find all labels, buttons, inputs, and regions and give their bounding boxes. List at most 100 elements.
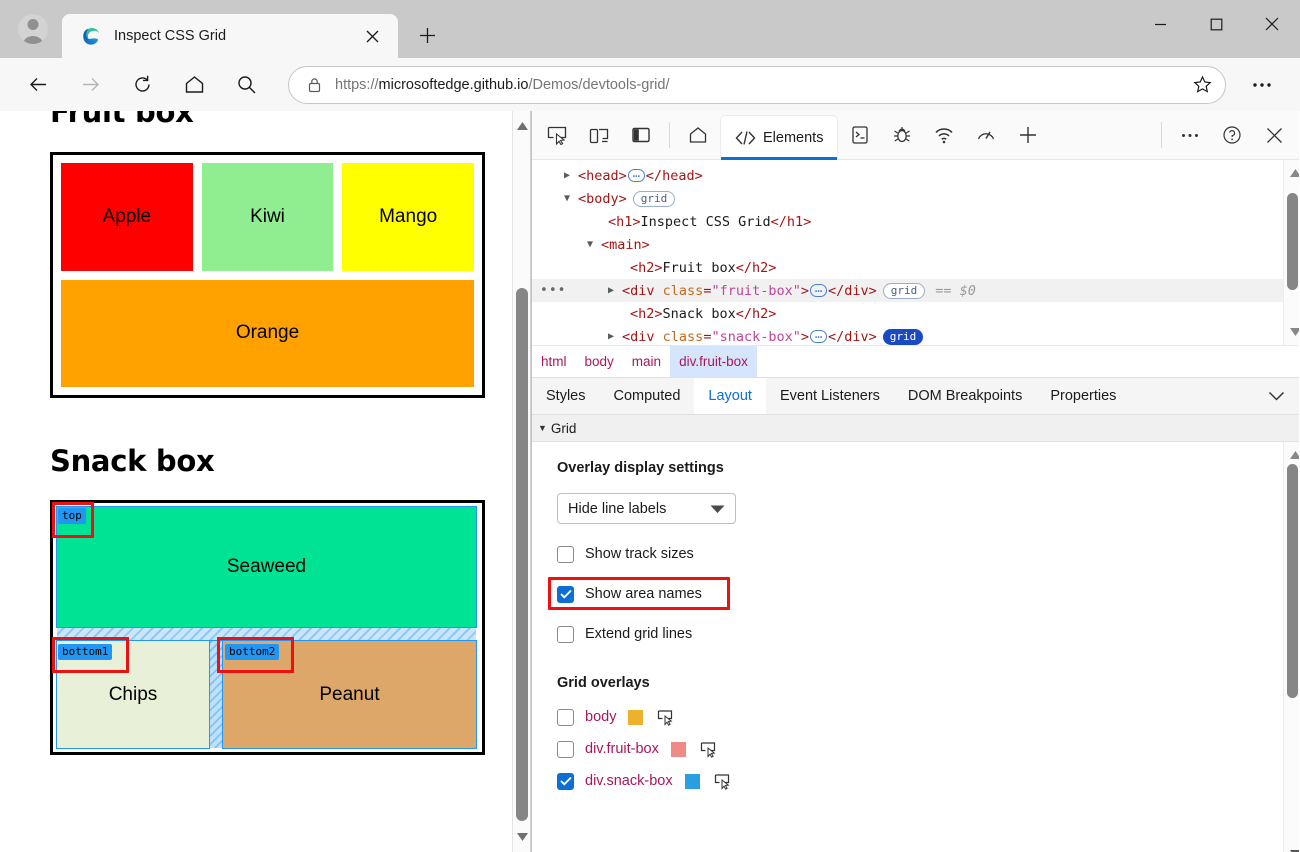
browser-tab[interactable]: Inspect CSS Grid — [62, 14, 398, 58]
add-tool-icon[interactable] — [1007, 114, 1049, 156]
close-devtools-icon[interactable] — [1253, 114, 1295, 156]
address-bar[interactable]: https://microsoftedge.github.io/Demos/de… — [288, 65, 1226, 104]
grid-badge-body[interactable]: grid — [632, 190, 676, 207]
overlay-fruit-box-reveal-icon[interactable] — [700, 741, 719, 758]
collapsed-content-icon-fruit[interactable]: ⋯ — [810, 284, 827, 297]
row-more-icon[interactable]: ••• — [540, 283, 566, 298]
show-area-names-checkbox[interactable] — [557, 585, 574, 603]
more-tools-icon[interactable] — [1169, 114, 1211, 156]
expand-triangle-icon-fruit[interactable]: ▶ — [608, 285, 622, 296]
dock-side-icon[interactable] — [620, 114, 662, 156]
overlay-snack-box-reveal-icon[interactable] — [714, 773, 733, 790]
layout-panel-scrollbar[interactable] — [1283, 442, 1299, 852]
checkbox-row-extend-grid-lines[interactable]: Extend grid lines — [557, 619, 1299, 649]
overlay-row-body[interactable]: body — [557, 701, 1299, 733]
overlay-fruit-box-label: div.fruit-box — [585, 741, 659, 757]
collapse-triangle-icon[interactable]: ▼ — [564, 193, 578, 204]
expand-triangle-icon-snack[interactable]: ▶ — [608, 331, 622, 342]
dom-tree[interactable]: ▶ < head > ⋯ </head > ▼ < body > grid < h1 > Ins… — [532, 160, 1299, 345]
overlay-row-fruit-box[interactable]: div.fruit-box — [557, 733, 1299, 765]
tab-dom-breakpoints[interactable]: DOM Breakpoints — [894, 378, 1036, 414]
dom-tree-scrollbar[interactable] — [1283, 160, 1299, 345]
breadcrumb-item-html[interactable]: html — [532, 346, 576, 377]
section-caret-icon[interactable]: ▼ — [538, 423, 547, 433]
dom-scroll-thumb[interactable] — [1287, 193, 1298, 290]
console-icon[interactable] — [839, 114, 881, 156]
tab-event-listeners[interactable]: Event Listeners — [766, 378, 894, 414]
chevron-down-icon[interactable] — [1254, 378, 1299, 414]
scroll-up-arrow-icon[interactable] — [513, 117, 530, 135]
inspect-element-icon[interactable] — [536, 114, 578, 156]
extend-grid-lines-checkbox[interactable] — [557, 625, 574, 643]
checkbox-row-show-track-sizes[interactable]: Show track sizes — [557, 539, 1299, 569]
dom-row-h2-fruit[interactable]: < h2 > Fruit box </h2 > — [532, 256, 1299, 279]
tab-computed[interactable]: Computed — [600, 378, 695, 414]
toolbar-divider-right — [1161, 122, 1162, 148]
overlay-fruit-box-color-swatch[interactable] — [670, 741, 686, 757]
performance-icon[interactable] — [965, 114, 1007, 156]
overlay-fruit-box-checkbox[interactable] — [557, 740, 574, 758]
dom-row-fruit-box[interactable]: ••• ▶ < div class = "fruit-box" > ⋯ </div > g… — [532, 279, 1299, 302]
tab-layout[interactable]: Layout — [694, 378, 766, 414]
star-icon[interactable] — [1185, 75, 1219, 94]
line-labels-select[interactable]: Hide line labels — [557, 493, 736, 524]
browser-more-options-icon[interactable] — [1242, 65, 1282, 105]
overlay-body-reveal-icon[interactable] — [657, 709, 676, 726]
breadcrumb[interactable]: html body main div.fruit-box — [532, 345, 1299, 378]
collapse-triangle-icon-main[interactable]: ▼ — [587, 239, 601, 250]
collapsed-content-icon-snack[interactable]: ⋯ — [810, 330, 827, 343]
grid-badge-fruit-box[interactable]: grid — [882, 282, 926, 299]
layout-scroll-thumb[interactable] — [1287, 464, 1298, 698]
dom-row-h2-snack[interactable]: < h2 > Snack box </h2 > — [532, 302, 1299, 325]
refresh-icon[interactable] — [122, 65, 162, 105]
dom-scroll-up-icon[interactable] — [1286, 164, 1299, 182]
profile-button[interactable] — [10, 6, 56, 52]
breadcrumb-item-body[interactable]: body — [576, 346, 623, 377]
layout-scroll-down-icon[interactable] — [1286, 845, 1299, 852]
tab-properties[interactable]: Properties — [1036, 378, 1130, 414]
overlay-row-snack-box[interactable]: div.snack-box — [557, 765, 1299, 797]
tab-elements-label: Elements — [763, 129, 824, 146]
expand-triangle-icon[interactable]: ▶ — [564, 170, 578, 181]
dom-row-snack-box[interactable]: ▶ < div class = "snack-box" > ⋯ </div > grid — [532, 325, 1299, 345]
dom-row-main[interactable]: ▼ < main > — [532, 233, 1299, 256]
grid-section-header[interactable]: ▼ Grid — [532, 415, 1299, 442]
page-scrollbar[interactable] — [512, 111, 530, 852]
layout-panel-body: Overlay display settings Hide line label… — [532, 442, 1299, 852]
show-track-sizes-checkbox[interactable] — [557, 545, 574, 563]
new-tab-button[interactable] — [410, 18, 444, 52]
show-area-names-label: Show area names — [585, 586, 702, 602]
scroll-down-arrow-icon[interactable] — [513, 828, 530, 846]
overlay-snack-box-color-swatch[interactable] — [684, 773, 700, 789]
network-icon[interactable] — [923, 114, 965, 156]
tab-styles[interactable]: Styles — [532, 378, 600, 414]
close-window-button[interactable] — [1244, 0, 1300, 48]
overlay-snack-box-checkbox[interactable] — [557, 772, 574, 790]
checkbox-row-show-area-names[interactable]: Show area names — [548, 577, 1299, 610]
overlay-body-color-swatch[interactable] — [628, 709, 644, 725]
tab-elements[interactable]: Elements — [721, 115, 838, 160]
collapsed-content-icon[interactable]: ⋯ — [627, 169, 645, 182]
dom-row-body[interactable]: ▼ < body > grid — [532, 187, 1299, 210]
debugger-icon[interactable] — [881, 114, 923, 156]
sidebar-panel-tabs[interactable]: Styles Computed Layout Event Listeners D… — [532, 378, 1299, 415]
home-icon[interactable] — [174, 65, 214, 105]
maximize-button[interactable] — [1188, 0, 1244, 48]
minimize-button[interactable] — [1132, 0, 1188, 48]
grid-badge-snack-box[interactable]: grid — [882, 328, 924, 345]
breadcrumb-item-main[interactable]: main — [623, 346, 670, 377]
layout-scroll-up-icon[interactable] — [1286, 446, 1299, 464]
back-arrow-icon[interactable] — [18, 65, 58, 105]
breadcrumb-item-div-fruit-box[interactable]: div.fruit-box — [670, 346, 757, 377]
grid-gap-row — [57, 627, 476, 641]
device-emulation-icon[interactable] — [578, 114, 620, 156]
page-scroll-thumb[interactable] — [516, 288, 528, 821]
welcome-home-icon[interactable] — [677, 114, 719, 156]
tab-close-icon[interactable] — [358, 22, 386, 50]
overlay-body-checkbox[interactable] — [557, 708, 574, 726]
dom-row-head[interactable]: ▶ < head > ⋯ </head > — [532, 164, 1299, 187]
help-icon[interactable] — [1211, 114, 1253, 156]
search-icon[interactable] — [226, 65, 266, 105]
dom-row-h1[interactable]: < h1 > Inspect CSS Grid </h1 > — [532, 210, 1299, 233]
dom-scroll-down-icon[interactable] — [1286, 323, 1299, 341]
